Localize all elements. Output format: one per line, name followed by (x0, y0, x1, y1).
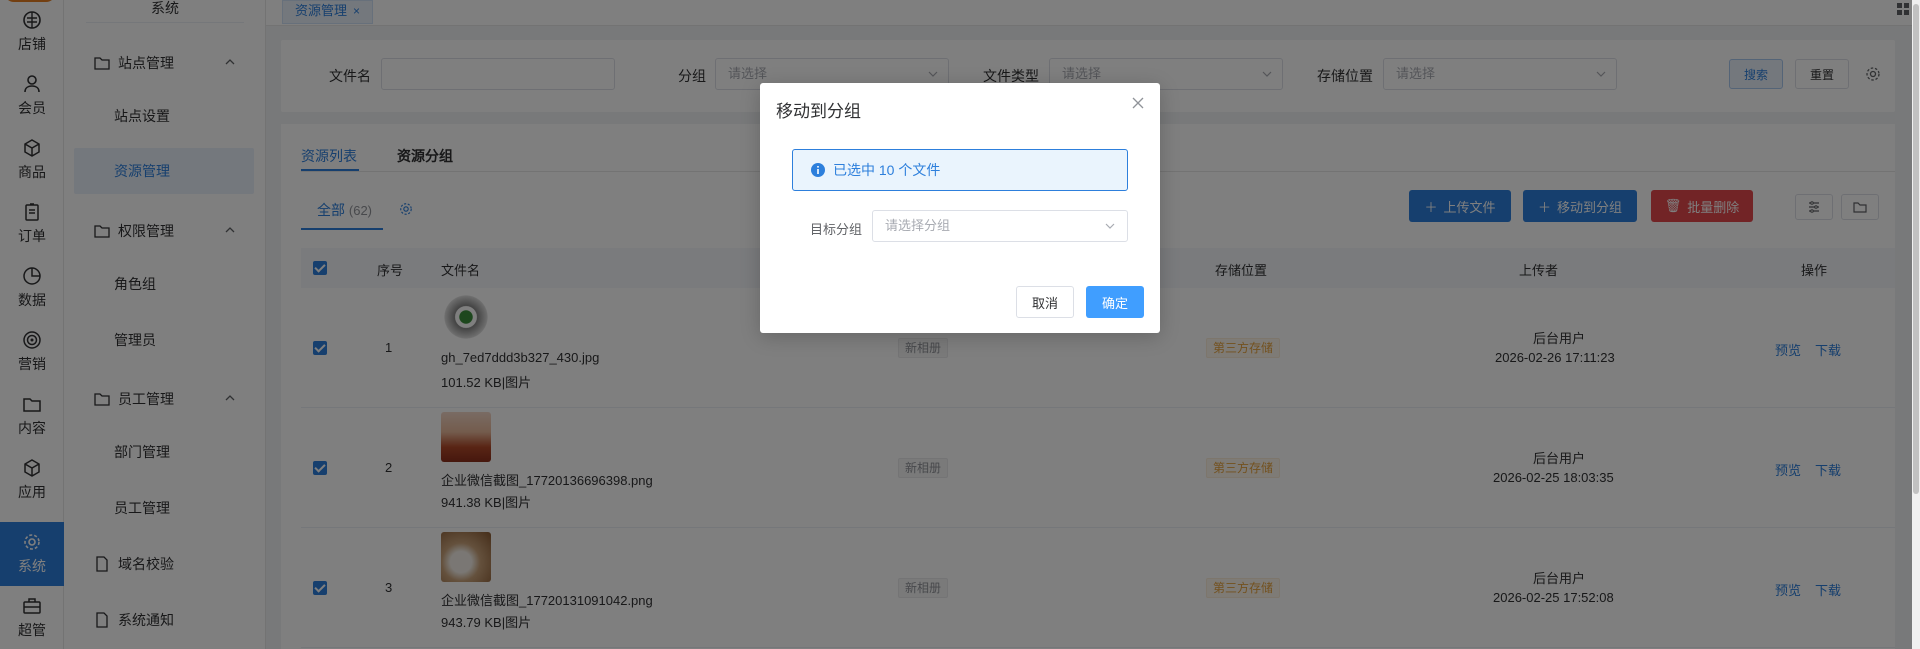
scrollbar-thumb[interactable] (1913, 4, 1919, 494)
page-scrollbar[interactable] (1912, 0, 1920, 649)
dialog-title: 移动到分组 (776, 102, 861, 121)
target-group-select[interactable]: 请选择分组 (872, 210, 1128, 242)
cancel-button[interactable]: 取消 (1016, 286, 1074, 318)
target-group-label: 目标分组 (810, 222, 863, 237)
chevron-down-icon (1105, 223, 1115, 229)
confirm-button[interactable]: 确定 (1086, 286, 1144, 318)
target-group-placeholder: 请选择分组 (885, 218, 951, 233)
selection-alert: 已选中 10 个文件 (792, 149, 1128, 191)
move-to-group-dialog: 移动到分组 已选中 10 个文件 目标分组 请选择分组 取消 确定 (760, 83, 1160, 333)
close-icon[interactable] (1132, 97, 1144, 109)
info-icon (811, 163, 825, 177)
selection-alert-text: 已选中 10 个文件 (833, 162, 941, 178)
